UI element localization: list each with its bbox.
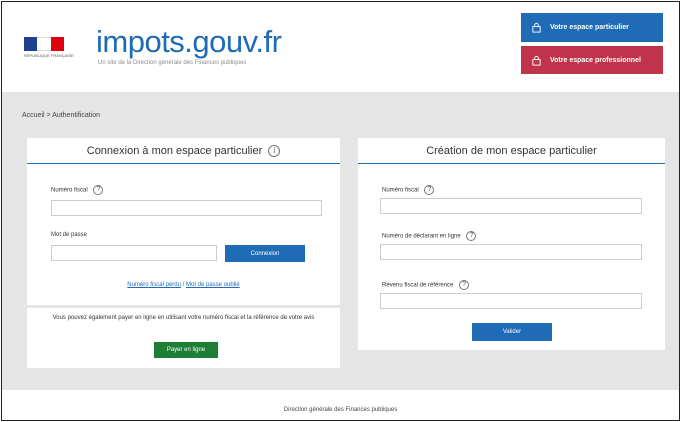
creation-title-text: Création de mon espace particulier <box>426 144 597 157</box>
forgot-password-link[interactable]: Mot de passe oublié <box>186 282 240 288</box>
numero-declarant-input[interactable] <box>380 244 642 260</box>
payer-en-ligne-label: Payer en ligne <box>166 347 206 353</box>
espace-professionnel-label: Votre espace professionnel <box>550 56 641 64</box>
valider-button-label: Valider <box>502 329 522 335</box>
marianne-text: RÉPUBLIQUE FRANÇAISE <box>24 53 74 58</box>
creation-numero-fiscal-input[interactable] <box>380 198 642 214</box>
help-icon[interactable]: ? <box>466 231 477 241</box>
breadcrumb[interactable]: Accueil > Authentification <box>22 112 100 119</box>
help-icon[interactable]: ? <box>93 185 104 195</box>
creation-numero-fiscal-label: Numéro fiscal ? <box>382 185 435 195</box>
page-frame: RÉPUBLIQUE FRANÇAISE impots.gouv.fr Un s… <box>1 1 680 421</box>
numero-fiscal-input[interactable] <box>51 200 322 216</box>
revenu-fiscal-label-text: Revenu fiscal de référence <box>382 282 454 289</box>
info-icon[interactable]: i <box>268 144 281 157</box>
help-icon[interactable]: ? <box>424 185 435 195</box>
footer-text: Direction générale des Finances publique… <box>283 407 398 413</box>
creation-panel: Création de mon espace particulier Numér… <box>358 138 665 350</box>
connexion-button[interactable]: Connexion <box>225 245 305 262</box>
login-panel: Connexion à mon espace particulier i Num… <box>27 138 340 305</box>
password-input[interactable] <box>51 245 217 261</box>
login-title-text: Connexion à mon espace particulier <box>86 144 263 157</box>
brand-tagline: Un site de la Direction générale des Fin… <box>98 60 247 66</box>
espace-professionnel-button[interactable]: Votre espace professionnel <box>521 46 663 74</box>
forgot-numero-fiscal-link[interactable]: Numéro fiscal perdu <box>127 282 181 288</box>
marianne-logo[interactable]: RÉPUBLIQUE FRANÇAISE <box>24 37 74 69</box>
french-flag-icon <box>24 37 64 51</box>
brand-name-text: impots.gouv.fr <box>96 24 282 59</box>
connexion-button-label: Connexion <box>250 250 280 257</box>
espace-particulier-label: Votre espace particulier <box>550 24 629 31</box>
payment-panel: Vous pouvez également payer en ligne en … <box>27 308 340 368</box>
creation-numero-fiscal-label-text: Numéro fiscal <box>382 187 419 194</box>
lock-icon <box>532 55 541 66</box>
password-label: Mot de passe <box>51 232 88 238</box>
main-content: Accueil > Authentification Connexion à m… <box>2 92 679 390</box>
revenu-fiscal-input[interactable] <box>380 293 642 309</box>
site-header: RÉPUBLIQUE FRANÇAISE impots.gouv.fr Un s… <box>2 2 679 84</box>
payment-text: Vous pouvez également payer en ligne en … <box>52 315 315 321</box>
numero-declarant-label: Numéro de déclarant en ligne ? <box>382 231 477 241</box>
login-panel-title: Connexion à mon espace particulier i <box>27 138 340 164</box>
numero-fiscal-label: Numéro fiscal ? <box>51 185 104 195</box>
brand-name[interactable]: impots.gouv.fr <box>96 24 282 60</box>
payer-en-ligne-button[interactable]: Payer en ligne <box>154 342 218 358</box>
login-links: Numéro fiscal perdu / Mot de passe oubli… <box>27 282 340 288</box>
revenu-fiscal-label: Revenu fiscal de référence ? <box>382 280 470 290</box>
lock-icon <box>532 22 541 33</box>
link-separator: / <box>182 282 185 288</box>
valider-button[interactable]: Valider <box>472 323 552 341</box>
numero-declarant-label-text: Numéro de déclarant en ligne <box>382 233 461 240</box>
help-icon[interactable]: ? <box>459 280 470 290</box>
espace-particulier-button[interactable]: Votre espace particulier <box>521 13 663 42</box>
creation-panel-title: Création de mon espace particulier <box>358 138 665 164</box>
numero-fiscal-label-text: Numéro fiscal <box>51 187 88 194</box>
